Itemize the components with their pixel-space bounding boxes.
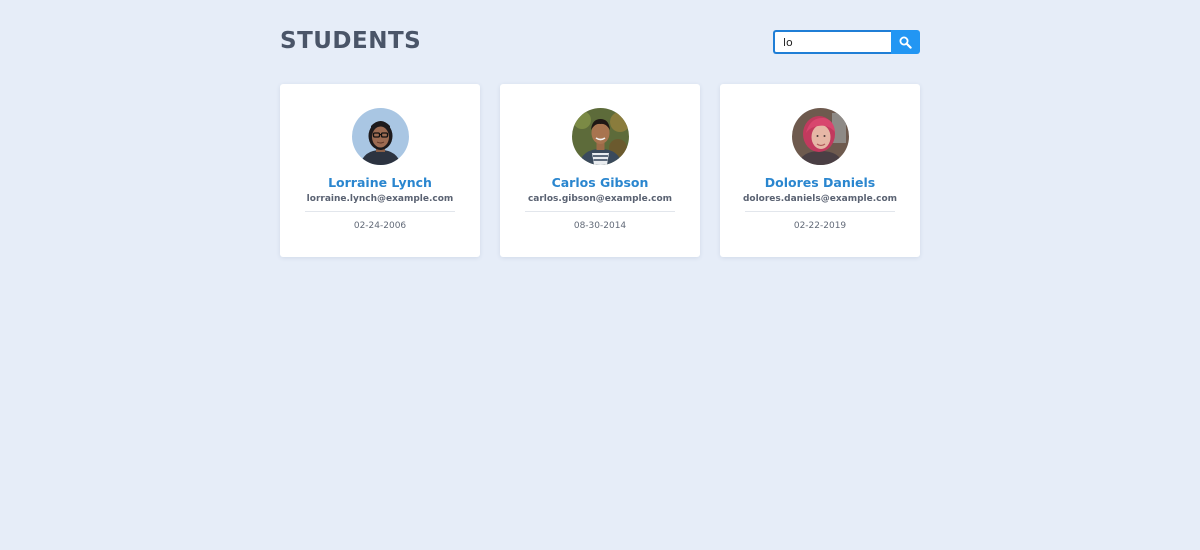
student-card[interactable]: Dolores Daniels dolores.daniels@example.… xyxy=(720,84,920,257)
student-email: dolores.daniels@example.com xyxy=(742,194,898,204)
student-card[interactable]: Lorraine Lynch lorraine.lynch@example.co… xyxy=(280,84,480,257)
divider xyxy=(525,211,675,212)
avatar xyxy=(351,108,409,165)
student-date: 08-30-2014 xyxy=(573,221,627,231)
student-email: lorraine.lynch@example.com xyxy=(306,194,454,204)
student-name: Carlos Gibson xyxy=(551,175,649,190)
student-card[interactable]: Carlos Gibson carlos.gibson@example.com … xyxy=(500,84,700,257)
avatar xyxy=(571,108,629,165)
divider xyxy=(305,211,455,212)
student-card-list: Lorraine Lynch lorraine.lynch@example.co… xyxy=(280,84,920,257)
divider xyxy=(745,211,895,212)
student-date: 02-22-2019 xyxy=(793,221,847,231)
student-name: Dolores Daniels xyxy=(764,175,876,190)
search-input[interactable] xyxy=(773,30,891,54)
page-title: STUDENTS xyxy=(280,28,422,54)
avatar xyxy=(791,108,849,165)
student-name: Lorraine Lynch xyxy=(328,175,432,190)
search-bar xyxy=(773,30,920,54)
student-date: 02-24-2006 xyxy=(353,221,407,231)
page-header: STUDENTS xyxy=(280,22,920,62)
students-page: STUDENTS lo Lorraine Lynch lorraine.lync… xyxy=(0,0,1200,550)
student-email: carlos.gibson@example.com xyxy=(527,194,673,204)
search-icon xyxy=(899,36,912,49)
search-button[interactable] xyxy=(891,30,920,54)
